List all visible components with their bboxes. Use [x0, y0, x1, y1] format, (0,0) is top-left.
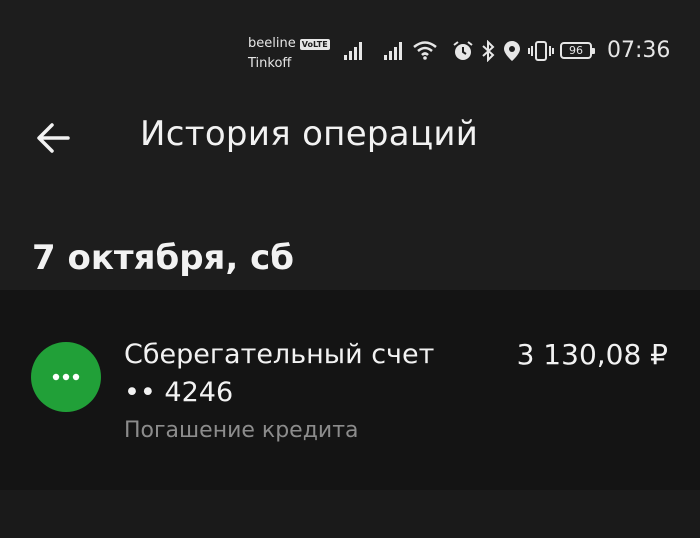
carrier-2-label: Tinkoff — [248, 56, 292, 71]
volte-badge: VoLTE — [299, 38, 330, 50]
header: История операций 7 октября, сб — [0, 80, 700, 290]
battery-icon: 96 — [560, 42, 595, 59]
wifi-icon — [413, 41, 437, 60]
operation-description: Погашение кредита — [124, 418, 359, 443]
more-dots-icon — [52, 373, 80, 381]
carrier-info: beeline VoLTE Tinkoff — [248, 34, 330, 74]
status-bar: beeline VoLTE Tinkoff 96 07:36 — [0, 0, 700, 80]
bluetooth-icon — [482, 40, 495, 62]
date-heading: 7 октября, сб — [32, 238, 295, 278]
carrier-1-label: beeline — [248, 36, 296, 51]
alarm-icon — [453, 41, 473, 60]
location-icon — [504, 41, 520, 61]
operation-amount: 3 130,08 ₽ — [516, 338, 668, 371]
operation-name: Сберегательный счет •• 4246 — [124, 339, 435, 408]
page-title: История операций — [140, 114, 479, 154]
vibrate-icon — [528, 41, 554, 61]
operation-avatar — [31, 342, 101, 412]
clock: 07:36 — [607, 38, 671, 63]
signal-1-icon — [344, 42, 362, 60]
signal-2-icon — [384, 42, 402, 60]
back-button[interactable] — [34, 118, 74, 158]
arrow-left-icon — [37, 123, 70, 153]
operation-item[interactable]: Сберегательный счет •• 4246 3 130,08 ₽ П… — [0, 290, 700, 490]
battery-level: 96 — [569, 44, 583, 57]
